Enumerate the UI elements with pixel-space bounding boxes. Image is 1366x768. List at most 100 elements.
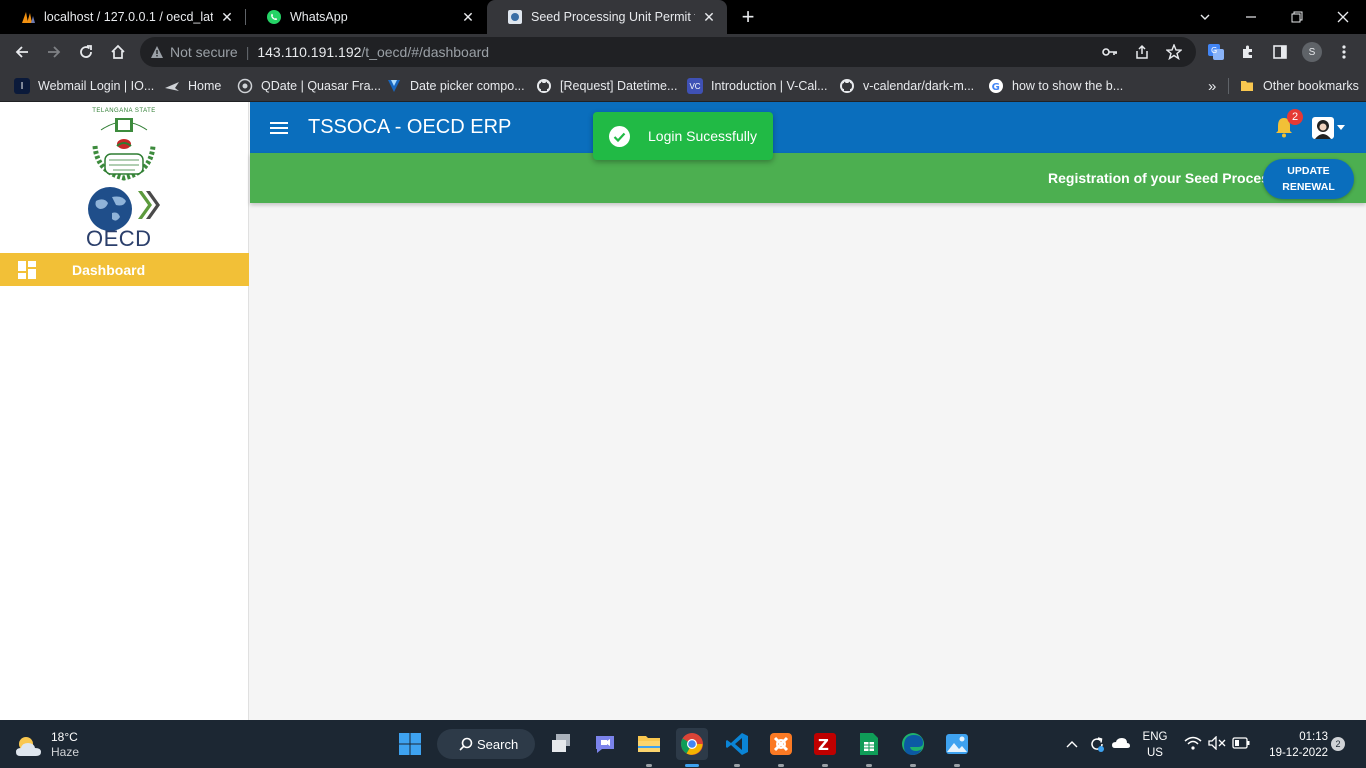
bookmark-label: QDate | Quasar Fra... [261, 79, 381, 93]
bookmark-v-calendar-intro[interactable]: VC Introduction | V-Cal... [687, 75, 828, 97]
onedrive-cloud-icon[interactable] [1112, 737, 1130, 749]
tssoca-seal-logo [90, 112, 158, 181]
side-panel-icon [1273, 45, 1287, 59]
bookmark-label: v-calendar/dark-m... [863, 79, 975, 93]
battery-icon[interactable] [1232, 737, 1250, 749]
running-indicator [778, 764, 784, 767]
edge-icon [902, 733, 924, 755]
side-panel-button[interactable] [1266, 38, 1294, 66]
windows-taskbar: 18°C Haze Search Z ENG US 01:13 19-12-20… [0, 720, 1366, 768]
tab-search-button[interactable] [1182, 0, 1228, 34]
weather-desc: Haze [51, 745, 80, 759]
key-icon[interactable] [1102, 45, 1118, 59]
sidebar-item-dashboard[interactable]: Dashboard [0, 253, 249, 286]
check-circle-icon [609, 126, 630, 147]
bookmark-how-to-show[interactable]: G how to show the b... [988, 75, 1123, 97]
start-button[interactable] [394, 728, 426, 760]
teams-chat-button[interactable] [589, 728, 621, 760]
svg-text:G: G [1211, 46, 1217, 55]
menu-toggle-button[interactable] [266, 116, 292, 140]
task-view-button[interactable] [545, 728, 577, 760]
security-label: Not secure [170, 44, 238, 60]
weather-widget[interactable]: 18°C Haze [14, 728, 84, 760]
app-header: TSSOCA - OECD ERP 2 [250, 102, 1366, 153]
oecd-logo-text: OECD [86, 226, 152, 251]
browser-tab-strip: localhost / 127.0.0.1 / oecd_latest ✕ Wh… [0, 0, 1366, 34]
chat-icon [596, 736, 614, 753]
weather-temp: 18°C [51, 730, 78, 744]
taskbar-search[interactable]: Search [437, 729, 535, 759]
edge-button[interactable] [897, 728, 929, 767]
reload-button[interactable] [72, 38, 100, 66]
new-tab-button[interactable]: + [734, 3, 762, 31]
speaker-muted-icon[interactable] [1208, 736, 1226, 750]
close-tab-icon[interactable]: ✕ [219, 9, 235, 26]
spreadsheet-icon [860, 733, 878, 755]
bookmark-webmail[interactable]: I Webmail Login | IO... [14, 75, 154, 97]
phpmyadmin-icon [22, 12, 35, 23]
xampp-button[interactable] [765, 728, 797, 767]
bookmark-home[interactable]: Home [164, 75, 221, 97]
bookmark-qdate[interactable]: QDate | Quasar Fra... [237, 75, 381, 97]
bookmark-request-datetime[interactable]: [Request] Datetime... [536, 75, 677, 97]
arrow-left-icon [15, 46, 28, 58]
other-bookmarks-folder[interactable]: Other bookmarks [1239, 75, 1359, 97]
extensions-button[interactable] [1234, 38, 1262, 66]
arrow-right-icon [48, 46, 61, 58]
minimize-button[interactable] [1228, 0, 1274, 34]
close-icon [1337, 11, 1349, 23]
star-icon[interactable] [1166, 44, 1182, 60]
more-vertical-icon [1342, 45, 1346, 59]
home-button[interactable] [104, 38, 132, 66]
forward-button[interactable] [40, 38, 68, 66]
bookmark-date-picker[interactable]: Date picker compo... [386, 75, 525, 97]
close-tab-icon[interactable]: ✕ [460, 9, 476, 26]
app-title: TSSOCA - OECD ERP [308, 116, 512, 138]
avatar [1312, 117, 1334, 139]
weather-cloud-icon [16, 737, 41, 756]
close-window-button[interactable] [1320, 0, 1366, 34]
vscode-icon [726, 733, 748, 755]
chrome-icon [681, 733, 703, 755]
user-menu-button[interactable] [1312, 116, 1348, 140]
google-translate-extension[interactable]: G [1202, 38, 1230, 66]
photos-icon [946, 734, 968, 754]
web-page: TELANGANA STATE OECD Dashboard TSSOCA - … [0, 102, 1366, 720]
update-renewal-button[interactable]: UPDATE RENEWAL [1263, 159, 1354, 199]
profile-button[interactable]: S [1298, 38, 1326, 66]
bookmark-label: Introduction | V-Cal... [711, 79, 828, 93]
bookmarks-overflow-button[interactable]: » [1208, 75, 1216, 97]
photos-button[interactable] [941, 728, 973, 767]
share-icon[interactable] [1134, 44, 1150, 60]
vscode-button[interactable] [721, 728, 753, 767]
bookmarks-divider [1228, 78, 1229, 94]
sheets-button[interactable] [853, 728, 885, 767]
tab-seed-processing[interactable]: Seed Processing Unit Permit for Pr ✕ [487, 0, 727, 34]
folder-icon [638, 736, 660, 752]
chrome-button[interactable] [676, 728, 708, 767]
sync-icon[interactable] [1088, 735, 1106, 753]
address-bar[interactable]: Not secure | 143.110.191.192 /t_oecd/#/d… [140, 37, 1196, 67]
browser-toolbar: Not secure | 143.110.191.192 /t_oecd/#/d… [0, 34, 1366, 70]
url-path: /t_oecd/#/dashboard [361, 44, 490, 60]
wifi-icon[interactable] [1184, 736, 1202, 750]
chevron-up-icon[interactable] [1066, 739, 1078, 749]
language-indicator[interactable]: ENG US [1138, 729, 1172, 761]
browser-menu-button[interactable] [1330, 38, 1358, 66]
bookmark-v-calendar-dark[interactable]: v-calendar/dark-m... [839, 75, 974, 97]
notifications-button[interactable]: 2 [1274, 109, 1303, 140]
filezilla-button[interactable]: Z [809, 728, 841, 767]
clock[interactable]: 01:13 19-12-2022 [1258, 729, 1328, 761]
back-button[interactable] [8, 38, 36, 66]
notification-center-badge[interactable]: 2 [1331, 737, 1345, 751]
close-tab-icon[interactable]: ✕ [701, 9, 717, 26]
restore-icon [1291, 11, 1303, 23]
tab-phpmyadmin[interactable]: localhost / 127.0.0.1 / oecd_latest ✕ [0, 0, 245, 34]
oecd-globe-icon [88, 187, 160, 231]
file-explorer-button[interactable] [633, 728, 665, 767]
restore-button[interactable] [1274, 0, 1320, 34]
search-label: Search [477, 736, 519, 752]
tab-title: WhatsApp [290, 10, 348, 24]
login-success-toast: Login Sucessfully [593, 112, 773, 160]
tab-whatsapp[interactable]: WhatsApp ✕ [246, 0, 486, 34]
